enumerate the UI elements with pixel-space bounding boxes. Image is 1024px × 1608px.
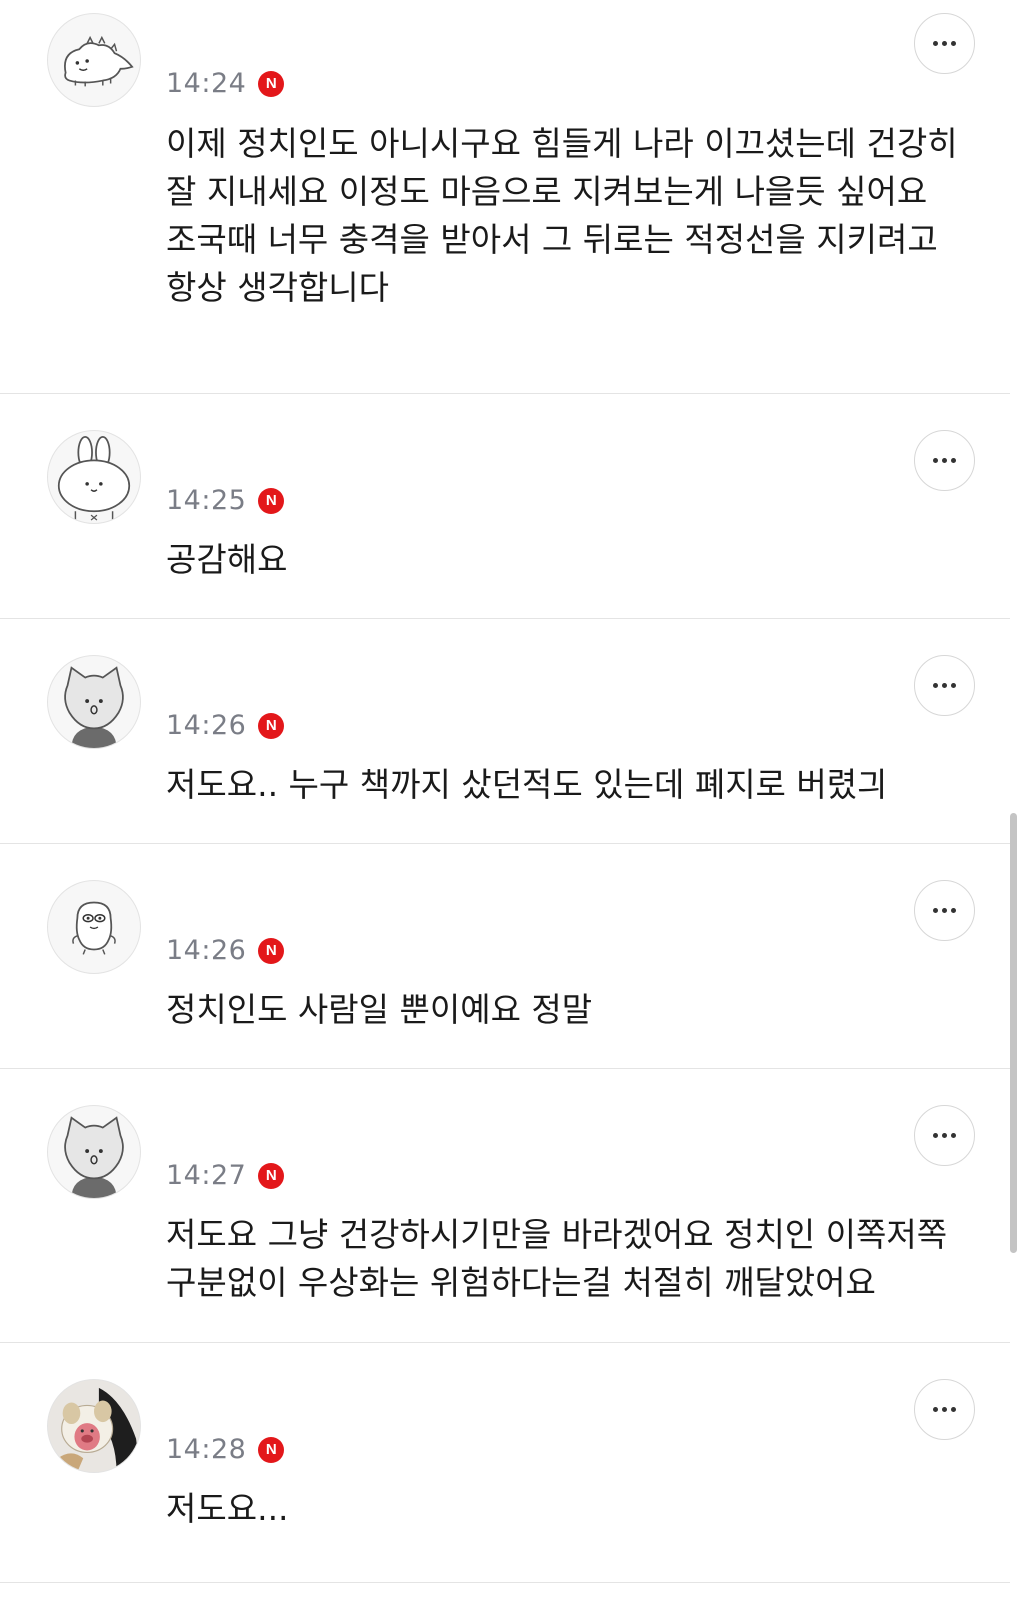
new-badge-icon: N [258, 712, 285, 739]
dot-icon [933, 683, 938, 688]
dot-icon [942, 1133, 947, 1138]
dot-icon [951, 683, 956, 688]
dot-icon [942, 41, 947, 46]
dot-icon [951, 908, 956, 913]
cat-avatar-icon[interactable] [47, 655, 141, 749]
comment-meta: 14:26 N [166, 710, 285, 741]
comment-item: 14:25 N 공감해요 [0, 394, 1010, 619]
comment-text: 이제 정치인도 아니시구요 힘들게 나라 이끄셨는데 건강히 잘 지내세요 이정… [166, 124, 969, 307]
more-options-button[interactable] [914, 1105, 975, 1166]
blob-avatar-icon[interactable] [47, 880, 141, 974]
comment-time: 14:25 [166, 485, 247, 516]
comment-item: 14:28 N 저도요... [0, 1343, 1010, 1583]
dot-icon [933, 41, 938, 46]
dot-icon [942, 1407, 947, 1412]
comment-item: 14:27 N 저도요 그냥 건강하시기만을 바라겠어요 정치인 이쪽저쪽 구분… [0, 1069, 1010, 1343]
dot-icon [942, 458, 947, 463]
comment-meta: 14:25 N [166, 485, 285, 516]
new-badge-icon: N [258, 70, 285, 97]
comment-time: 14:28 [166, 1434, 247, 1465]
dot-icon [951, 1133, 956, 1138]
more-options-button[interactable] [914, 655, 975, 716]
dot-icon [942, 908, 947, 913]
dot-icon [933, 1133, 938, 1138]
dot-icon [951, 1407, 956, 1412]
comment-text: 정치인도 사람일 뿐이예요 정말 [166, 990, 593, 1029]
comment-text: 저도요... [166, 1489, 289, 1528]
dot-icon [933, 908, 938, 913]
more-options-button[interactable] [914, 430, 975, 491]
new-badge-icon: N [258, 1162, 285, 1189]
dinosaur-avatar-icon[interactable] [47, 13, 141, 107]
more-options-button[interactable] [914, 880, 975, 941]
new-badge-icon: N [258, 1436, 285, 1463]
comment-meta: 14:24 N [166, 68, 285, 99]
plush-photo-avatar[interactable] [47, 1379, 141, 1473]
comment-time: 14:27 [166, 1160, 247, 1191]
comment-meta: 14:27 N [166, 1160, 285, 1191]
new-badge-icon: N [258, 487, 285, 514]
comment-time: 14:26 [166, 710, 247, 741]
new-badge-icon: N [258, 937, 285, 964]
scrollbar[interactable] [1010, 813, 1017, 1253]
bunny-avatar-icon[interactable] [47, 430, 141, 524]
comment-meta: 14:26 N [166, 935, 285, 966]
dot-icon [951, 41, 956, 46]
dot-icon [951, 458, 956, 463]
comment-meta: 14:28 N [166, 1434, 285, 1465]
comment-time: 14:24 [166, 68, 247, 99]
dot-icon [933, 458, 938, 463]
comment-text: 저도요.. 누구 책까지 샀던적도 있는데 폐지로 버렸긔 [166, 765, 888, 804]
comment-text: 공감해요 [166, 540, 288, 579]
cat-avatar-icon[interactable] [47, 1105, 141, 1199]
dot-icon [942, 683, 947, 688]
comment-list: 14:24 N 이제 정치인도 아니시구요 힘들게 나라 이끄셨는데 건강히 잘… [0, 0, 1010, 1583]
more-options-button[interactable] [914, 13, 975, 74]
comment-item: 14:26 N 정치인도 사람일 뿐이예요 정말 [0, 844, 1010, 1069]
comment-item: 14:26 N 저도요.. 누구 책까지 샀던적도 있는데 폐지로 버렸긔 [0, 619, 1010, 844]
more-options-button[interactable] [914, 1379, 975, 1440]
comment-item: 14:24 N 이제 정치인도 아니시구요 힘들게 나라 이끄셨는데 건강히 잘… [0, 0, 1010, 394]
comment-text: 저도요 그냥 건강하시기만을 바라겠어요 정치인 이쪽저쪽 구분없이 우상화는 … [166, 1215, 958, 1302]
comment-time: 14:26 [166, 935, 247, 966]
dot-icon [933, 1407, 938, 1412]
